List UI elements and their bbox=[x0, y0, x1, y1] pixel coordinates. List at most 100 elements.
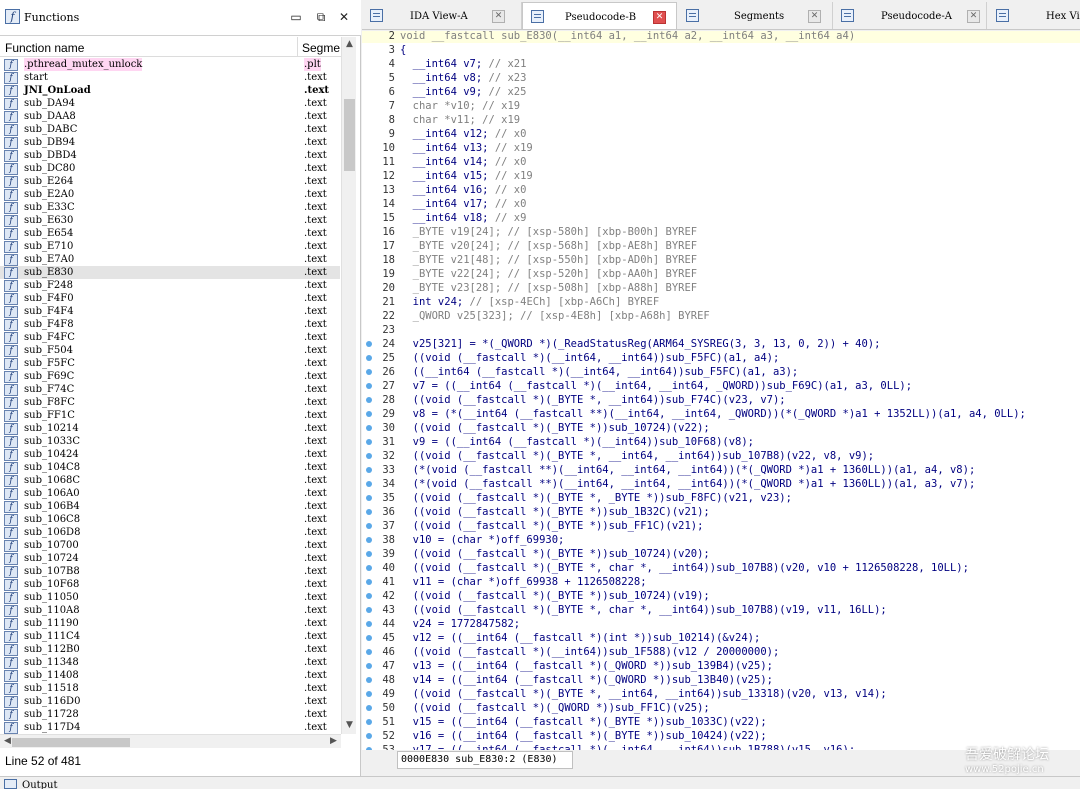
function-row[interactable]: f sub_F248 .text bbox=[0, 279, 340, 292]
code-line[interactable]: 30 ((void (__fastcall *)(_BYTE *))sub_10… bbox=[362, 421, 1080, 435]
function-row[interactable]: f sub_1068C .text bbox=[0, 474, 340, 487]
code-line[interactable]: 8 char *v11; // x19 bbox=[362, 113, 1080, 127]
close-icon[interactable]: ✕ bbox=[337, 10, 351, 24]
function-row[interactable]: f sub_E2A0 .text bbox=[0, 188, 340, 201]
code-line[interactable]: 51 v15 = ((__int64 (__fastcall *)(_BYTE … bbox=[362, 715, 1080, 729]
scrollbar-thumb[interactable] bbox=[12, 738, 130, 747]
code-line[interactable]: 25 ((void (__fastcall *)(__int64, __int6… bbox=[362, 351, 1080, 365]
tab-segments[interactable]: Segments ✕ bbox=[678, 2, 833, 29]
code-line[interactable]: 4 __int64 v7; // x21 bbox=[362, 57, 1080, 71]
function-row[interactable]: f sub_DB94 .text bbox=[0, 136, 340, 149]
functions-vertical-scrollbar[interactable]: ▲ ▼ bbox=[341, 37, 356, 734]
code-line[interactable]: 50 ((void (__fastcall *)(_QWORD *))sub_F… bbox=[362, 701, 1080, 715]
code-line[interactable]: 39 ((void (__fastcall *)(_BYTE *))sub_10… bbox=[362, 547, 1080, 561]
column-function-name[interactable]: Function name bbox=[5, 41, 84, 55]
tab-pseudocode-b[interactable]: Pseudocode-B ✕ bbox=[522, 2, 677, 29]
function-row[interactable]: f sub_E654 .text bbox=[0, 227, 340, 240]
tab-close-icon[interactable]: ✕ bbox=[653, 11, 666, 24]
code-line[interactable]: 6 __int64 v9; // x25 bbox=[362, 85, 1080, 99]
function-row[interactable]: f sub_10F68 .text bbox=[0, 578, 340, 591]
code-line[interactable]: 44 v24 = 1772847582; bbox=[362, 617, 1080, 631]
tab-ida-view-a[interactable]: IDA View-A ✕ bbox=[362, 2, 522, 29]
code-line[interactable]: 28 ((void (__fastcall *)(_BYTE *, __int6… bbox=[362, 393, 1080, 407]
function-row[interactable]: f sub_11728 .text bbox=[0, 708, 340, 721]
code-line[interactable]: 35 ((void (__fastcall *)(_BYTE *, _BYTE … bbox=[362, 491, 1080, 505]
code-line[interactable]: 34 (*(void (__fastcall **)(__int64, __in… bbox=[362, 477, 1080, 491]
code-line[interactable]: 40 ((void (__fastcall *)(_BYTE *, char *… bbox=[362, 561, 1080, 575]
code-line[interactable]: 38 v10 = (char *)off_69930; bbox=[362, 533, 1080, 547]
function-row[interactable]: f sub_107B8 .text bbox=[0, 565, 340, 578]
function-row[interactable]: f sub_DABC .text bbox=[0, 123, 340, 136]
function-row[interactable]: f sub_F4FC .text bbox=[0, 331, 340, 344]
function-row[interactable]: f sub_E264 .text bbox=[0, 175, 340, 188]
code-line[interactable]: 9 __int64 v12; // x0 bbox=[362, 127, 1080, 141]
function-row[interactable]: f sub_E630 .text bbox=[0, 214, 340, 227]
code-line[interactable]: 48 v14 = ((__int64 (__fastcall *)(_QWORD… bbox=[362, 673, 1080, 687]
code-line[interactable]: 52 v16 = ((__int64 (__fastcall *)(_BYTE … bbox=[362, 729, 1080, 743]
code-line[interactable]: 49 ((void (__fastcall *)(_BYTE *, __int6… bbox=[362, 687, 1080, 701]
tab-hex-vi[interactable]: Hex Vi bbox=[988, 2, 1080, 29]
function-row[interactable]: f sub_104C8 .text bbox=[0, 461, 340, 474]
function-row[interactable]: f sub_DA94 .text bbox=[0, 97, 340, 110]
function-row[interactable]: f sub_111C4 .text bbox=[0, 630, 340, 643]
code-line[interactable]: 15 __int64 v18; // x9 bbox=[362, 211, 1080, 225]
function-row[interactable]: f sub_10724 .text bbox=[0, 552, 340, 565]
scrollbar-thumb[interactable] bbox=[344, 99, 355, 171]
function-row[interactable]: f sub_DBD4 .text bbox=[0, 149, 340, 162]
code-line[interactable]: 12 __int64 v15; // x19 bbox=[362, 169, 1080, 183]
function-row[interactable]: f sub_106B4 .text bbox=[0, 500, 340, 513]
code-line[interactable]: 33 (*(void (__fastcall **)(__int64, __in… bbox=[362, 463, 1080, 477]
function-row[interactable]: f start .text bbox=[0, 71, 340, 84]
function-row[interactable]: f sub_E7A0 .text bbox=[0, 253, 340, 266]
scroll-right-icon[interactable]: ▶ bbox=[326, 736, 341, 746]
code-line[interactable]: 29 v8 = (*(__int64 (__fastcall **)(__int… bbox=[362, 407, 1080, 421]
code-line[interactable]: 24 v25[321] = *(_QWORD *)(_ReadStatusReg… bbox=[362, 337, 1080, 351]
scroll-down-icon[interactable]: ▼ bbox=[342, 720, 357, 730]
function-row[interactable]: f sub_E830 .text bbox=[0, 266, 340, 279]
code-line[interactable]: 36 ((void (__fastcall *)(_BYTE *))sub_1B… bbox=[362, 505, 1080, 519]
function-row[interactable]: f sub_FF1C .text bbox=[0, 409, 340, 422]
function-row[interactable]: f sub_117D4 .text bbox=[0, 721, 340, 734]
function-row[interactable]: f sub_F74C .text bbox=[0, 383, 340, 396]
function-row[interactable]: f sub_F4F0 .text bbox=[0, 292, 340, 305]
function-row[interactable]: f sub_106C8 .text bbox=[0, 513, 340, 526]
function-row[interactable]: f sub_F5FC .text bbox=[0, 357, 340, 370]
code-line[interactable]: 16 _BYTE v19[24]; // [xsp-580h] [xbp-B00… bbox=[362, 225, 1080, 239]
code-line[interactable]: 11 __int64 v14; // x0 bbox=[362, 155, 1080, 169]
function-row[interactable]: f sub_106A0 .text bbox=[0, 487, 340, 500]
function-row[interactable]: f sub_11190 .text bbox=[0, 617, 340, 630]
function-row[interactable]: f sub_E710 .text bbox=[0, 240, 340, 253]
function-row[interactable]: f sub_F69C .text bbox=[0, 370, 340, 383]
function-row[interactable]: f sub_11050 .text bbox=[0, 591, 340, 604]
code-line[interactable]: 23 bbox=[362, 323, 1080, 337]
code-line[interactable]: 32 ((void (__fastcall *)(_BYTE *, __int6… bbox=[362, 449, 1080, 463]
pseudocode-view[interactable]: 2 void __fastcall sub_E830(__int64 a1, __… bbox=[362, 31, 1080, 750]
code-line[interactable]: 41 v11 = (char *)off_69938 + 1126508228; bbox=[362, 575, 1080, 589]
code-line[interactable]: 20 _BYTE v23[28]; // [xsp-508h] [xbp-A88… bbox=[362, 281, 1080, 295]
code-line[interactable]: 13 __int64 v16; // x0 bbox=[362, 183, 1080, 197]
scroll-up-icon[interactable]: ▲ bbox=[342, 39, 357, 49]
output-label[interactable]: Output bbox=[22, 780, 58, 789]
function-row[interactable]: f sub_106D8 .text bbox=[0, 526, 340, 539]
function-row[interactable]: f sub_110A8 .text bbox=[0, 604, 340, 617]
code-line[interactable]: 19 _BYTE v22[24]; // [xsp-520h] [xbp-AA0… bbox=[362, 267, 1080, 281]
code-line[interactable]: 43 ((void (__fastcall *)(_BYTE *, char *… bbox=[362, 603, 1080, 617]
function-row[interactable]: f sub_10424 .text bbox=[0, 448, 340, 461]
tab-close-icon[interactable]: ✕ bbox=[967, 10, 980, 23]
code-line[interactable]: 21 int v24; // [xsp-4ECh] [xbp-A6Ch] BYR… bbox=[362, 295, 1080, 309]
function-row[interactable]: f sub_F504 .text bbox=[0, 344, 340, 357]
tab-pseudocode-a[interactable]: Pseudocode-A ✕ bbox=[833, 2, 987, 29]
function-row[interactable]: f sub_E33C .text bbox=[0, 201, 340, 214]
code-line[interactable]: 47 v13 = ((__int64 (__fastcall *)(_QWORD… bbox=[362, 659, 1080, 673]
code-line[interactable]: 10 __int64 v13; // x19 bbox=[362, 141, 1080, 155]
code-line[interactable]: 46 ((void (__fastcall *)(__int64))sub_1F… bbox=[362, 645, 1080, 659]
function-row[interactable]: f sub_DC80 .text bbox=[0, 162, 340, 175]
function-row[interactable]: f sub_1033C .text bbox=[0, 435, 340, 448]
function-row[interactable]: f sub_F4F8 .text bbox=[0, 318, 340, 331]
column-divider[interactable] bbox=[297, 37, 298, 57]
function-row[interactable]: f sub_116D0 .text bbox=[0, 695, 340, 708]
function-row[interactable]: f sub_10700 .text bbox=[0, 539, 340, 552]
function-row[interactable]: f sub_10214 .text bbox=[0, 422, 340, 435]
code-line[interactable]: 37 ((void (__fastcall *)(_BYTE *))sub_FF… bbox=[362, 519, 1080, 533]
function-row[interactable]: f sub_112B0 .text bbox=[0, 643, 340, 656]
